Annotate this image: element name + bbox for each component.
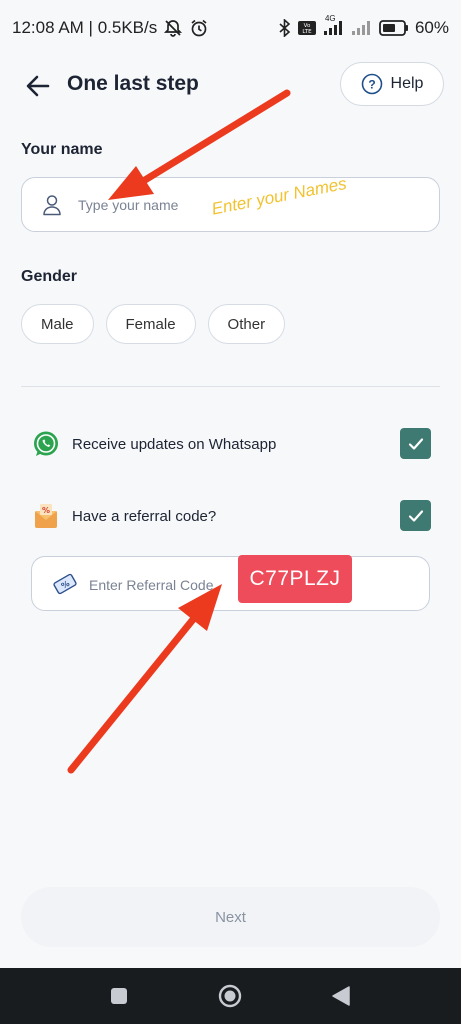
status-bar: 12:08 AM | 0.5KB/s Vo LTE 4G 60% (0, 0, 461, 56)
whatsapp-updates-row: Receive updates on Whatsapp (31, 428, 431, 460)
alarm-icon (189, 18, 209, 38)
page-title: One last step (67, 72, 199, 95)
referral-code-label: Have a referral code? (72, 507, 217, 525)
back-arrow-icon (26, 75, 50, 97)
help-button[interactable]: ? Help (340, 62, 444, 106)
referral-code-overlay: C77PLZJ (238, 555, 352, 603)
home-button[interactable] (218, 984, 242, 1013)
help-label: Help (390, 75, 424, 92)
referral-code-input[interactable] (87, 572, 261, 598)
check-icon (408, 509, 423, 522)
gender-options: Male Female Other (21, 304, 286, 344)
gender-option-male[interactable]: Male (21, 304, 94, 344)
back-triangle-icon (332, 986, 350, 1006)
next-button[interactable]: Next (21, 887, 440, 947)
gender-option-other[interactable]: Other (207, 304, 286, 344)
battery-icon (379, 20, 409, 36)
recents-button[interactable] (110, 987, 128, 1010)
referral-code-checkbox[interactable] (400, 500, 431, 531)
annotation-arrow-bottom (67, 584, 222, 774)
back-nav-button[interactable] (331, 985, 351, 1012)
divider (21, 386, 440, 387)
name-label: Your name (21, 141, 103, 158)
gender-option-female[interactable]: Female (105, 304, 196, 344)
header: One last step ? Help (0, 60, 461, 112)
check-icon (408, 437, 423, 450)
svg-text:%: % (42, 506, 50, 515)
gift-envelope-icon: % (31, 501, 61, 531)
whatsapp-icon (31, 429, 61, 459)
status-time: 12:08 AM | 0.5KB/s (12, 18, 158, 37)
referral-code-field[interactable]: % (31, 556, 430, 611)
network-type-label: 4G (324, 14, 336, 23)
volte-icon: Vo LTE (297, 20, 317, 36)
mute-notification-icon (163, 18, 183, 38)
recents-icon (111, 988, 127, 1004)
signal-strong-icon: 4G (323, 14, 345, 36)
gender-label: Gender (21, 268, 78, 285)
whatsapp-updates-checkbox[interactable] (400, 428, 431, 459)
bluetooth-icon (279, 19, 291, 37)
user-icon (42, 194, 62, 221)
referral-code-row: % Have a referral code? (31, 500, 431, 532)
svg-text:?: ? (368, 78, 375, 92)
svg-text:LTE: LTE (302, 29, 312, 35)
help-icon: ? (361, 73, 382, 95)
home-icon (218, 984, 242, 1008)
system-nav-bar (0, 968, 461, 1024)
battery-percent: 60% (414, 18, 449, 37)
ticket-icon: % (52, 572, 78, 601)
whatsapp-updates-label: Receive updates on Whatsapp (72, 435, 277, 453)
signal-weak-icon (351, 20, 373, 36)
back-button[interactable] (24, 72, 52, 100)
